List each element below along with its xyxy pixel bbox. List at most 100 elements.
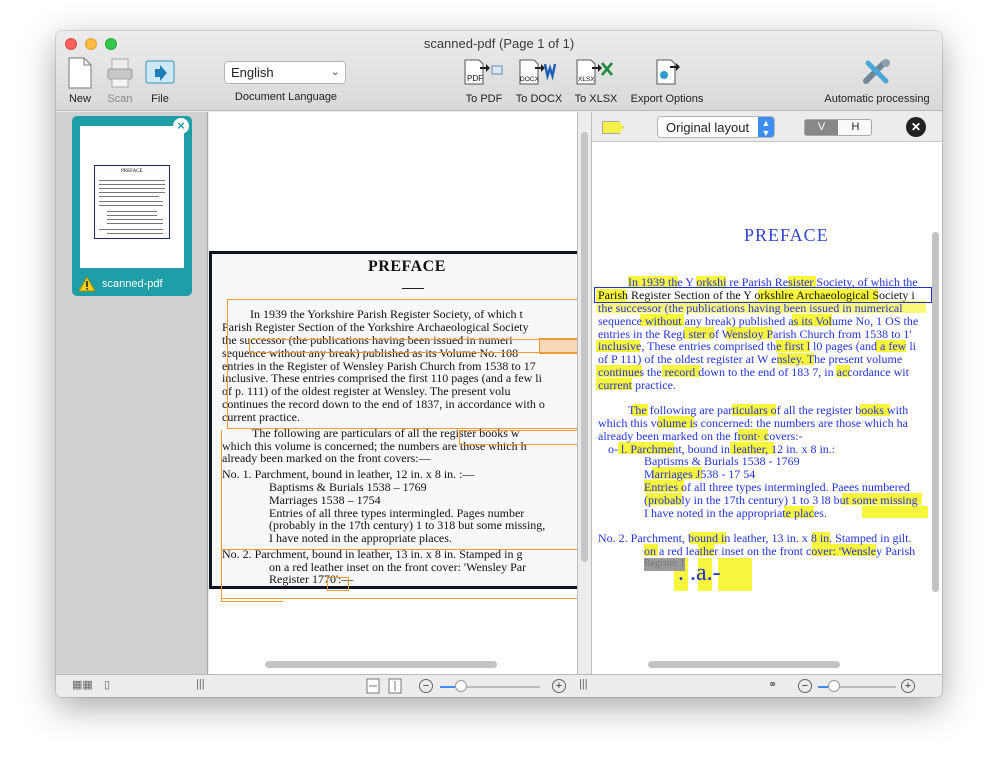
thumbnail-text-line (107, 219, 163, 220)
page-thumbnails-sidebar: PREFACE × scanned-pdf (56, 112, 208, 674)
highlight-tag-icon[interactable] (602, 121, 624, 134)
thumbnail-text-line (107, 211, 157, 212)
automatic-processing-label: Automatic processing (824, 93, 930, 105)
ocr-result-line: Baptisms & Burials 1538 - 1769 (644, 454, 800, 468)
ocr-result-line: the successor (the publications having b… (598, 301, 903, 315)
thumbnail-text-line (99, 180, 165, 181)
link-icon[interactable]: ⚭ (768, 678, 777, 691)
file-button[interactable]: File (142, 55, 178, 105)
result-vertical-scrollbar[interactable] (932, 232, 939, 592)
ocr-text-region[interactable] (459, 430, 577, 445)
document-language-label: Document Language (234, 91, 338, 103)
new-document-icon (68, 57, 92, 89)
pdf-badge: PDF (467, 74, 483, 83)
result-zoom-in-icon[interactable]: + (901, 679, 915, 693)
orientation-toggle[interactable]: V H (804, 119, 872, 136)
scan-text-line: I have noted in the appropriate places. (269, 531, 452, 545)
language-value: English (231, 65, 274, 80)
ocr-result-line: inclusive, These entries comprised the f… (598, 339, 917, 353)
scanner-icon (107, 58, 133, 88)
result-zoom-out-icon[interactable]: − (798, 679, 812, 693)
to-docx-button[interactable]: DOCX To DOCX (513, 55, 565, 105)
xlsx-export-icon: XLSX (576, 59, 613, 85)
document-horizontal-scrollbar[interactable] (265, 661, 497, 668)
to-xlsx-label: To XLSX (574, 93, 618, 105)
ocr-result-text[interactable]: PREFACE In 1939 the Y orkshi re Parish R… (592, 143, 932, 643)
layout-select[interactable]: Original layout ▲ ▼ (657, 116, 775, 138)
ocr-result-line: (probably in the 17th century) 1 to 3 l8… (644, 493, 918, 507)
scan-label: Scan (107, 93, 133, 105)
document-zoom-slider[interactable] (455, 680, 467, 692)
zoom-out-icon[interactable]: − (419, 679, 433, 693)
ocr-result-line: current practice. (598, 378, 676, 392)
export-options-label: Export Options (630, 93, 704, 105)
to-pdf-button[interactable]: PDF To PDF (460, 55, 508, 105)
page-thumbnail[interactable]: PREFACE × scanned-pdf (72, 116, 192, 296)
ocr-selected-word[interactable] (539, 338, 577, 354)
tools-icon (863, 59, 890, 84)
ocr-text-region[interactable] (249, 339, 577, 353)
window-title: scanned-pdf (Page 1 of 1) (423, 36, 575, 51)
ocr-result-line: No. 2. Parchment, bound in leather, 13 i… (598, 531, 912, 545)
ocr-result-pane[interactable]: Original layout ▲ ▼ V H ✕ PREFACE In 193… (592, 112, 942, 674)
thumbnail-filename: scanned-pdf (102, 278, 163, 290)
docx-badge: DOCX (520, 76, 539, 83)
ocr-result-line: I have noted in the appropriate places. (644, 506, 827, 520)
horizontal-option[interactable]: H (839, 120, 872, 135)
remove-page-icon[interactable]: × (173, 118, 189, 134)
new-button[interactable]: New (62, 55, 98, 105)
fit-width-icon[interactable] (366, 678, 380, 694)
export-options-button[interactable]: Export Options (624, 55, 710, 105)
thumbnail-text-line (99, 201, 163, 202)
close-result-icon[interactable]: ✕ (906, 117, 926, 137)
thumbnail-text-line (99, 192, 165, 193)
ocr-text-region[interactable] (327, 577, 349, 591)
ocr-result-line: sequence without any break) published as… (598, 314, 919, 328)
document-language-select[interactable]: English ⌄ (224, 61, 346, 84)
ocr-text-region[interactable] (221, 549, 577, 599)
thumbnail-text-line (107, 215, 157, 216)
scan-title-rule (402, 288, 424, 289)
document-vertical-scrollbar[interactable] (581, 132, 588, 562)
vertical-option[interactable]: V (805, 120, 838, 135)
ocr-result-line: which this volume is concerned: the numb… (598, 416, 908, 430)
scan-button[interactable]: Scan (102, 55, 138, 105)
scan-text-line: Marriages 1538 – 1754 (269, 493, 381, 507)
ocr-text-region[interactable] (227, 299, 577, 429)
ocr-result-line: In 1939 the Y orkshi re Parish Resister … (628, 275, 918, 289)
fit-page-icon[interactable] (388, 678, 402, 694)
export-settings-icon (656, 59, 680, 85)
thumbnail-text-line (107, 223, 163, 224)
pane-resize-icon[interactable]: ||| (579, 678, 588, 690)
pane-divider[interactable] (577, 112, 592, 674)
result-zoom-slider[interactable] (828, 680, 840, 692)
to-xlsx-button[interactable]: XLSX To XLSX (571, 55, 621, 105)
grid-view-icon[interactable]: ▦▦ (72, 678, 93, 691)
result-horizontal-scrollbar[interactable] (648, 661, 840, 668)
docx-export-icon: DOCX (519, 59, 557, 85)
thumbnail-text-line (99, 229, 163, 230)
zoom-in-icon[interactable]: + (552, 679, 566, 693)
list-view-icon[interactable]: ▯ (104, 678, 110, 691)
thumbnail-text-line (99, 184, 165, 185)
xlsx-badge: XLSX (578, 76, 595, 83)
ocr-result-line: . .a.- (678, 560, 721, 586)
ocr-result-line: Parish Register Section of the Y orkshlr… (598, 288, 915, 302)
ocr-result-line: The following are particulars of all the… (628, 403, 909, 417)
layout-value: Original layout (666, 120, 750, 135)
ocr-result-line: already been marked on the front· covers… (598, 429, 803, 443)
sidebar-resize-icon[interactable]: ||| (196, 678, 205, 690)
ocr-result-line: continues the record down to the end of … (598, 365, 909, 379)
pdf-export-icon: PDF (464, 59, 503, 85)
scan-text-line: (probably in the 17th century) 1 to 318 … (269, 518, 546, 532)
scanned-document-pane[interactable]: PREFACE In 1939 the Yorkshire Parish Reg… (209, 112, 577, 674)
automatic-processing-button[interactable]: Automatic processing (818, 55, 936, 105)
to-docx-label: To DOCX (515, 93, 563, 105)
new-label: New (68, 93, 91, 105)
ocr-result-line: Entries of all three types intermingled.… (644, 480, 910, 494)
result-preface-title: PREFACE (744, 225, 829, 245)
app-window: scanned-pdf (Page 1 of 1) New Scan File … (56, 31, 942, 697)
bottom-bar: ▦▦ ▯ ||| − + ||| ⚭ − + (56, 674, 942, 697)
thumbnail-preview: PREFACE (80, 126, 184, 268)
stepper-arrows-icon: ▲ ▼ (758, 117, 774, 138)
